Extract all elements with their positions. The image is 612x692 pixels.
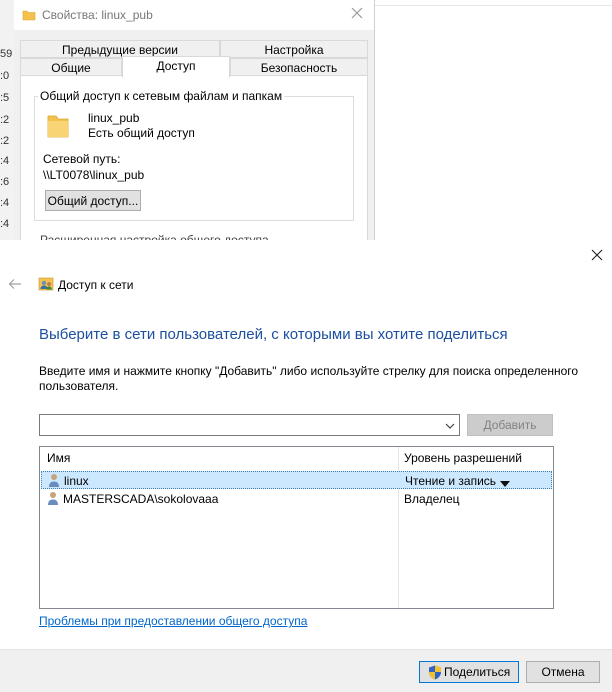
column-header-name[interactable]: Имя [47, 451, 70, 465]
dialog-footer: Поделиться Отмена [0, 649, 612, 692]
bg-time-6: :6 [0, 176, 10, 188]
network-path-label: Сетевой путь: [43, 152, 121, 166]
properties-window: Свойства: linux_pub Предыдущие версии На… [14, 0, 374, 240]
permission-level[interactable]: Чтение и запись [405, 474, 496, 488]
user-input[interactable] [40, 415, 440, 435]
user-icon [47, 491, 59, 508]
dialog-title: Доступ к сети [58, 278, 134, 292]
tab-security[interactable]: Безопасность [230, 58, 368, 76]
uac-shield-icon [428, 665, 442, 683]
properties-title: Свойства: linux_pub [42, 8, 153, 22]
dialog-instruction: Введите имя и нажмите кнопку "Добавить" … [39, 364, 579, 393]
group-title: Общий доступ к сетевым файлам и папкам [38, 89, 285, 103]
bg-time-7: :4 [0, 197, 10, 209]
share-confirm-label: Поделиться [444, 665, 511, 679]
tab-general[interactable]: Общие [20, 58, 122, 76]
network-path: \\LT0078\linux_pub [43, 168, 145, 182]
user-name: MASTERSCADA\sokolovaaa [63, 492, 219, 506]
chevron-down-icon[interactable] [445, 420, 455, 434]
background-divider [374, 0, 375, 240]
properties-titlebar: Свойства: linux_pub [14, 0, 374, 30]
dialog-heading: Выберите в сети пользователей, с которым… [39, 326, 508, 343]
network-access-dialog: Доступ к сети Выберите в сети пользовате… [0, 240, 612, 692]
folder-icon [46, 112, 70, 143]
close-icon[interactable] [590, 248, 604, 265]
tab-sharing[interactable]: Доступ [122, 56, 230, 78]
bg-time-0: 59 [0, 48, 13, 60]
user-combobox[interactable] [39, 414, 460, 436]
background-window-strip: 59 :0 :5 :2 :2 :4 :6 :4 :4 [0, 0, 15, 240]
bg-time-3: :2 [0, 114, 10, 126]
network-users-icon [38, 276, 54, 295]
add-button[interactable]: Добавить [467, 414, 553, 436]
tab-customize[interactable]: Настройка [220, 40, 368, 58]
share-button[interactable]: Общий доступ... [45, 190, 141, 211]
list-item[interactable]: linux Чтение и запись [41, 471, 552, 489]
share-confirm-button[interactable]: Поделиться [419, 661, 519, 683]
close-icon[interactable] [350, 6, 364, 23]
folder-icon [22, 8, 36, 25]
user-icon [48, 473, 60, 490]
column-header-permission[interactable]: Уровень разрешений [404, 451, 522, 465]
back-arrow-icon[interactable] [8, 278, 22, 293]
folder-name: linux_pub [88, 111, 140, 125]
share-status: Есть общий доступ [88, 126, 195, 140]
dropdown-arrow-icon[interactable] [500, 477, 510, 491]
advanced-sharing-text: Расширенная настройка общего доступа [40, 233, 269, 240]
permission-level: Владелец [404, 492, 460, 506]
list-header: Имя Уровень разрешений [40, 447, 553, 469]
bg-time-8: :4 [0, 218, 10, 230]
bg-time-1: :0 [0, 70, 10, 82]
user-name: linux [64, 474, 89, 488]
cancel-button[interactable]: Отмена [526, 661, 600, 683]
bg-time-5: :4 [0, 155, 10, 167]
background-line [375, 5, 612, 6]
users-list: Имя Уровень разрешений linux Чтение и за… [39, 446, 554, 609]
list-item[interactable]: MASTERSCADA\sokolovaaa Владелец [41, 490, 552, 508]
bg-time-2: :5 [0, 92, 10, 104]
bg-time-4: :2 [0, 135, 10, 147]
sharing-problems-link[interactable]: Проблемы при предоставлении общего досту… [39, 614, 307, 628]
